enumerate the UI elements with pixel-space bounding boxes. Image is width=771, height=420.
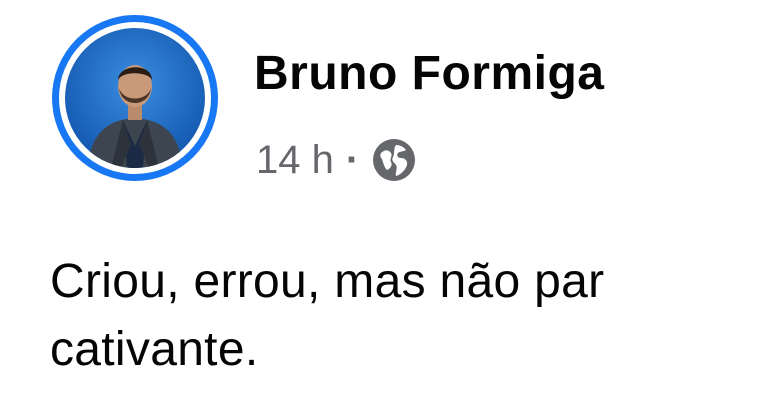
message-line: Criou, errou, mas não par [50,255,605,308]
meta-separator: · [345,137,360,182]
message-line: cativante. [50,323,259,376]
facebook-post: Bruno Formiga 14 h · Criou, errou, mas n… [0,0,771,420]
avatar-border [59,22,211,174]
author-name[interactable]: Bruno Formiga [254,46,605,101]
avatar-photo [65,28,205,168]
avatar-portrait [65,28,205,168]
avatar[interactable] [52,15,218,181]
post-timestamp[interactable]: 14 h [256,138,334,183]
post-meta: 14 h · [256,134,417,186]
globe-icon[interactable] [371,137,417,183]
post-message: Criou, errou, mas não par cativante. [50,248,771,384]
